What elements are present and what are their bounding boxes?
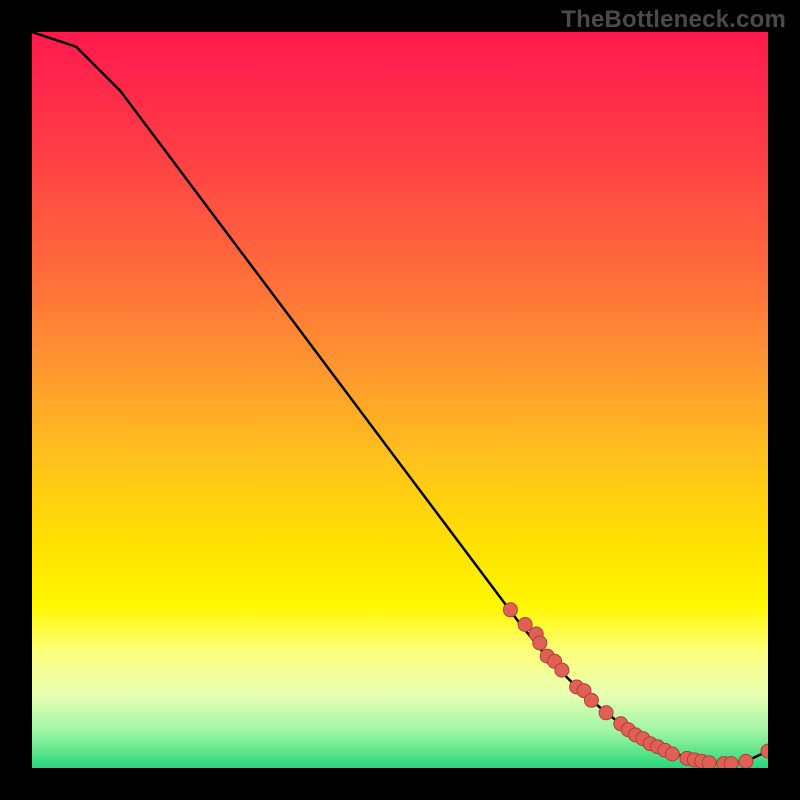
data-marker: [584, 693, 598, 707]
data-marker: [724, 757, 738, 768]
data-marker: [702, 756, 716, 768]
data-marker: [599, 706, 613, 720]
data-marker: [665, 747, 679, 761]
chart-frame: TheBottleneck.com: [0, 0, 800, 800]
bottleneck-curve: [32, 32, 768, 764]
data-marker: [533, 636, 547, 650]
data-marker: [555, 663, 569, 677]
plot-area: [32, 32, 768, 768]
curve-path: [32, 32, 768, 764]
watermark-text: TheBottleneck.com: [561, 6, 786, 34]
data-marker: [518, 618, 532, 632]
data-marker: [761, 744, 768, 758]
chart-svg: [32, 32, 768, 768]
marker-group: [503, 603, 768, 768]
data-marker: [739, 754, 753, 768]
data-marker: [503, 603, 517, 617]
